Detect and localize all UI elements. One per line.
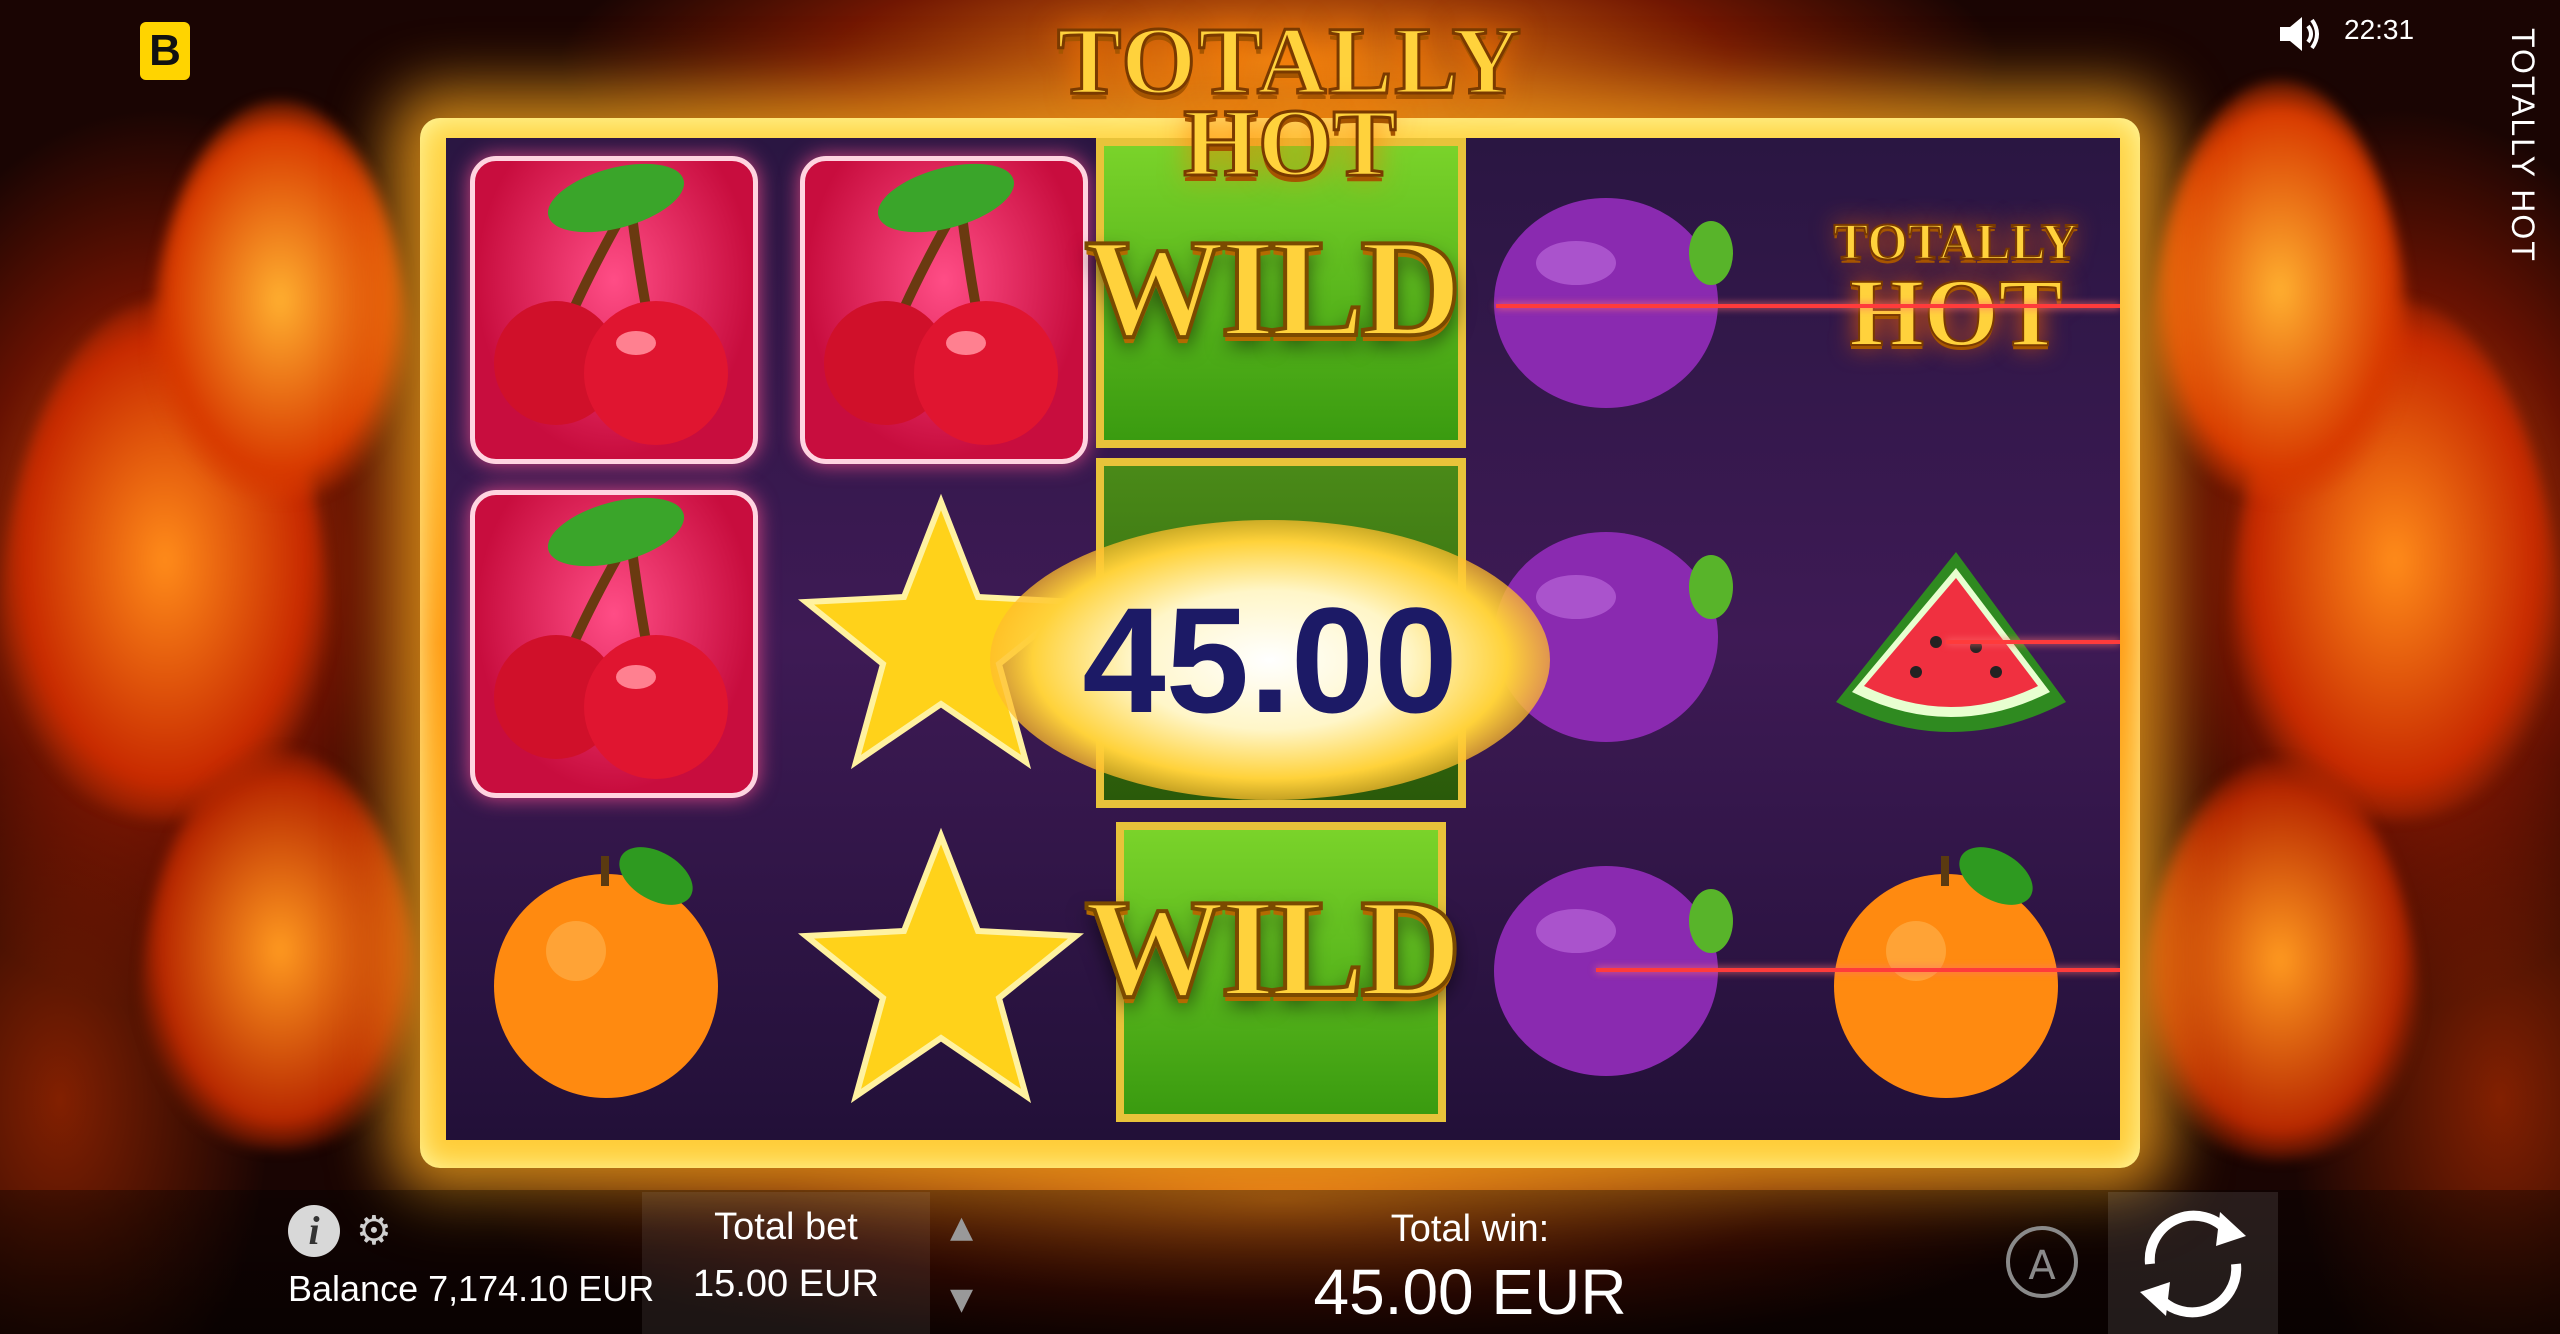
symbol-cherry: [446, 138, 776, 472]
total-win-value: 45.00 EUR: [1313, 1256, 1627, 1328]
total-win-panel: Total win: 45.00 EUR: [1240, 1208, 1700, 1329]
symbol-star: [776, 806, 1106, 1140]
win-amount-popup: 45.00: [990, 520, 1550, 800]
symbol-orange: [446, 806, 776, 1140]
payline-top: [1496, 304, 2120, 308]
payline-middle: [1946, 640, 2120, 644]
reel-1: [446, 138, 776, 1140]
reel-5: TOTALLY HOT: [1786, 138, 2116, 1140]
total-bet-panel: Total bet 15.00 EUR: [642, 1192, 930, 1334]
total-bet-label: Total bet: [714, 1206, 858, 1248]
autoplay-button[interactable]: A: [2006, 1226, 2078, 1298]
spin-icon: [2140, 1210, 2246, 1318]
bet-decrease-icon[interactable]: ▼: [950, 1282, 973, 1317]
clock: 22:31: [2344, 14, 2415, 45]
payline-bottom: [1596, 968, 2120, 972]
wild-label-bottom: WILD: [1083, 869, 1464, 1028]
side-game-title: TOTALLY HOT: [2505, 28, 2541, 263]
info-icon[interactable]: i: [288, 1205, 340, 1257]
total-win-label: Total win:: [1390, 1208, 1550, 1250]
scatter-label-line2: HOT: [1848, 259, 2063, 367]
game-title: TOTALLY HOT: [980, 11, 1600, 191]
gear-icon[interactable]: ⚙: [356, 1208, 392, 1254]
total-bet-value: 15.00 EUR: [693, 1263, 879, 1305]
symbol-cherry: [446, 472, 776, 806]
sound-icon[interactable]: [2278, 14, 2322, 58]
symbol-watermelon: [1786, 472, 2116, 806]
wild-label-top: WILD: [1083, 209, 1464, 368]
win-amount-text: 45.00: [1082, 575, 1458, 744]
symbol-cherry: [776, 138, 1106, 472]
bet-increase-icon[interactable]: ▲: [950, 1210, 973, 1245]
brand-logo[interactable]: B: [140, 22, 190, 80]
symbol-plum: [1456, 806, 1786, 1140]
spin-button[interactable]: [2108, 1192, 2278, 1334]
balance-label: Balance 7,174.10 EUR: [288, 1268, 655, 1309]
symbol-orange: [1786, 806, 2116, 1140]
